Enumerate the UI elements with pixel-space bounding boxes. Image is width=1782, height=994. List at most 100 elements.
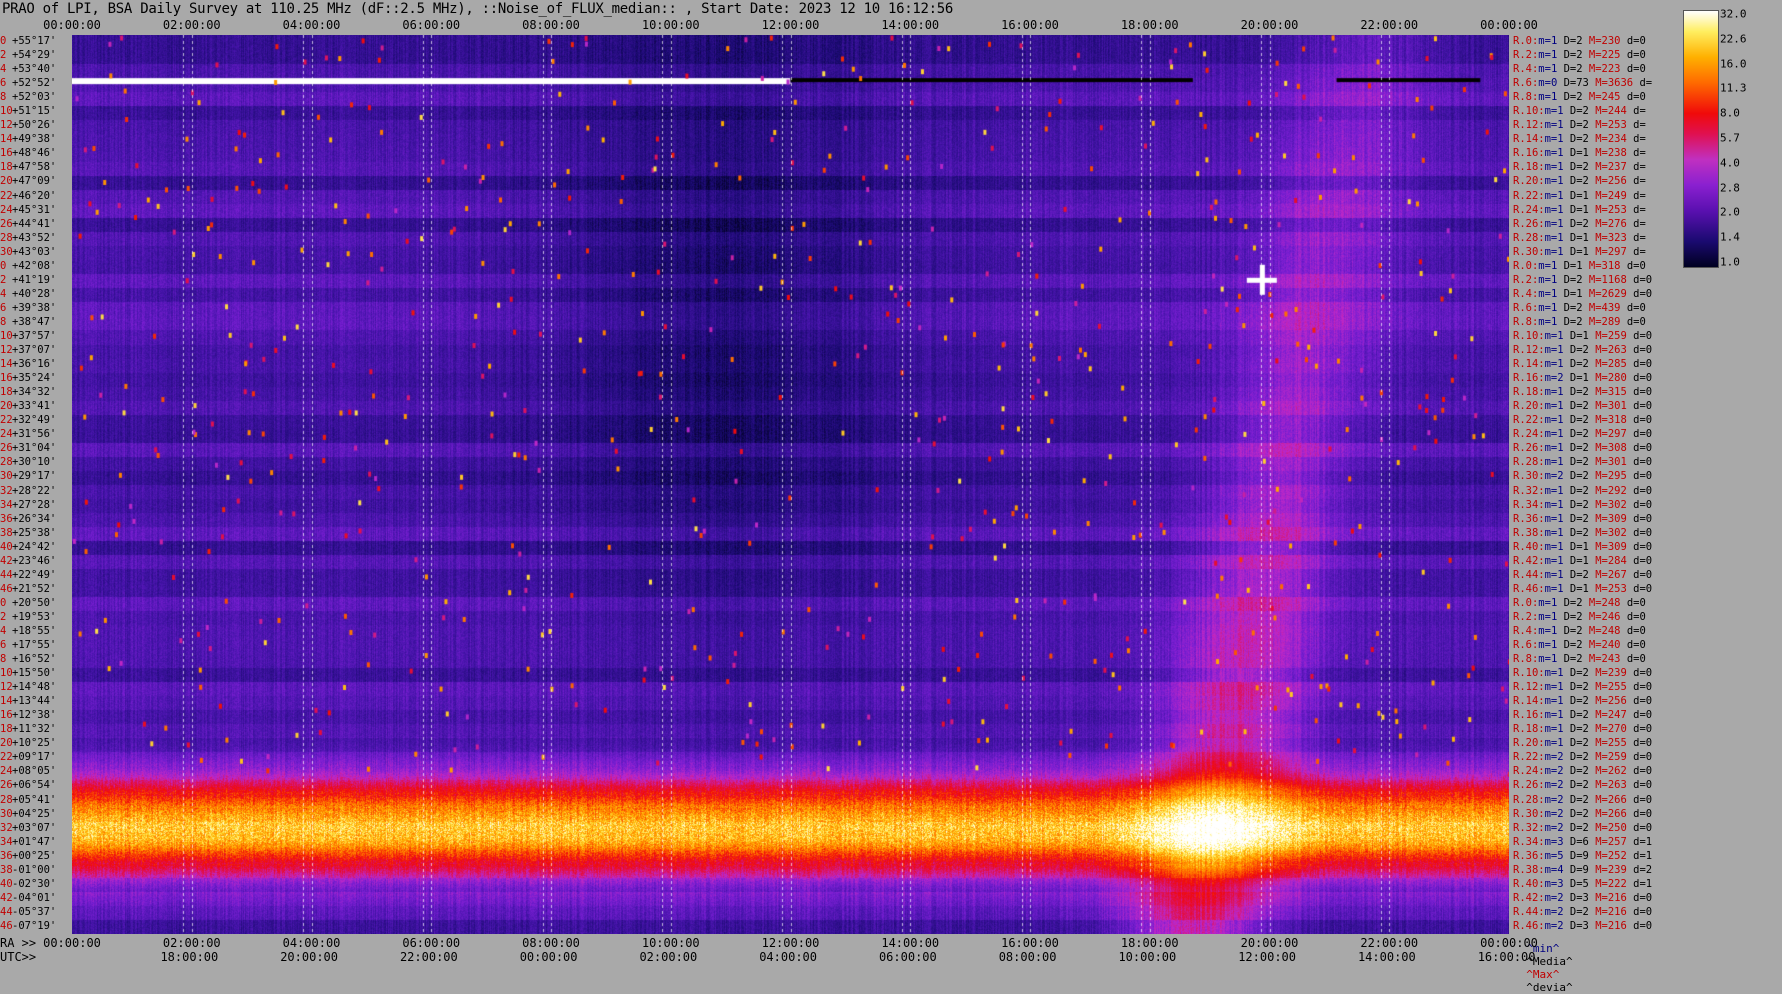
stats-row-id: R.46: xyxy=(1513,582,1545,595)
dec-value: +36°16' xyxy=(12,358,57,371)
stats-row: R.34:m=3 D=6 M=257 d=1 xyxy=(1513,835,1652,849)
dec-value: +38°47' xyxy=(12,315,57,328)
stats-d: D=1 xyxy=(1563,582,1589,595)
stats-row: R.28:m=1 D=1 M=323 d= xyxy=(1513,231,1646,245)
stats-row-id: R.26: xyxy=(1513,442,1545,455)
stats-min: m=1 xyxy=(1538,63,1558,76)
stats-d: D=73 xyxy=(1557,77,1589,90)
dec-label: 40-02°30' xyxy=(0,878,56,890)
declination-axis: 0 +55°17' 2 +54°29' 4 +53°40' 6 +52°52' 8 +52°03'… xyxy=(0,35,72,934)
stats-max: M=234 xyxy=(1588,133,1627,146)
stats-row-id: R.34: xyxy=(1513,498,1545,511)
dec-value: +54°29' xyxy=(12,49,57,62)
stats-d: D=5 xyxy=(1563,877,1589,890)
dec-label: 18+11°32' xyxy=(0,723,56,735)
stats-max: M=244 xyxy=(1588,105,1627,118)
stats-max: M=249 xyxy=(1588,189,1627,202)
stats-dev: d=0 xyxy=(1626,723,1653,736)
stats-row-id: R.6: xyxy=(1513,77,1539,90)
stats-row-id: R.20: xyxy=(1513,737,1545,750)
stats-d: D=2 xyxy=(1563,456,1589,469)
ra-axis-label: RA >> xyxy=(0,936,37,950)
dec-index: 12 xyxy=(0,681,13,694)
stats-max: M=302 xyxy=(1588,498,1627,511)
stats-min: m=1 xyxy=(1538,35,1558,47)
dec-index: 28 xyxy=(0,793,13,806)
utc-axis-tick: 12:00:00 xyxy=(1238,950,1296,964)
dec-label: 12+14°48' xyxy=(0,681,56,693)
stats-row: R.10:m=1 D=2 M=239 d=0 xyxy=(1513,666,1652,680)
stats-min: m=2 xyxy=(1544,765,1564,778)
stats-row: R.44:m=2 D=2 M=216 d=0 xyxy=(1513,905,1652,919)
stats-dev: d=0 xyxy=(1620,301,1646,314)
dec-label: 42+23°46' xyxy=(0,555,56,567)
top-axis-tick: 06:00:00 xyxy=(402,18,461,32)
stats-row-id: R.28: xyxy=(1513,456,1545,469)
stats-min: m=5 xyxy=(1544,849,1564,862)
stats-row: R.4:m=1 D=2 M=223 d=0 xyxy=(1513,62,1646,76)
stats-row-id: R.44: xyxy=(1513,905,1545,918)
stats-d: D=2 xyxy=(1557,624,1583,637)
stats-d: D=2 xyxy=(1563,723,1589,736)
dec-index: 46 xyxy=(0,582,13,595)
top-axis-tick: 04:00:00 xyxy=(282,18,341,32)
stats-row: R.2:m=1 D=2 M=246 d=0 xyxy=(1513,610,1646,624)
stats-row-id: R.0: xyxy=(1513,35,1539,47)
stats-d: D=2 xyxy=(1563,751,1589,764)
dec-value: +09°17' xyxy=(12,751,57,764)
dec-index: 20 xyxy=(0,175,13,188)
colorbar-label: 4.0 xyxy=(1720,156,1740,170)
stats-row: R.42:m=2 D=3 M=216 d=0 xyxy=(1513,891,1652,905)
stats-d: D=2 xyxy=(1557,639,1583,652)
stats-min: m=3 xyxy=(1544,877,1564,890)
dec-label: 2 +54°29' xyxy=(0,49,56,61)
stats-dev: d=0 xyxy=(1626,568,1653,581)
stats-row-id: R.14: xyxy=(1513,695,1545,708)
colorbar-label: 1.0 xyxy=(1720,255,1740,269)
color-scale-bar xyxy=(1683,10,1719,268)
dec-index: 20 xyxy=(0,737,13,750)
stats-min: m=1 xyxy=(1544,568,1564,581)
stats-row-id: R.30: xyxy=(1513,245,1545,258)
stats-d: D=2 xyxy=(1563,737,1589,750)
stats-row-id: R.22: xyxy=(1513,414,1545,427)
stats-max: M=301 xyxy=(1588,456,1627,469)
dec-index: 8 xyxy=(0,91,7,104)
stats-d: D=2 xyxy=(1563,344,1589,357)
stats-min: m=1 xyxy=(1544,414,1564,427)
stats-row-id: R.22: xyxy=(1513,189,1545,202)
stats-row: R.6:m=1 D=2 M=240 d=0 xyxy=(1513,638,1646,652)
stats-min: m=1 xyxy=(1538,49,1558,62)
stats-d: D=2 xyxy=(1557,596,1583,609)
dec-label: 38-01°00' xyxy=(0,864,56,876)
ra-axis-tick: 12:00:00 xyxy=(761,936,820,950)
stats-row: R.42:m=1 D=1 M=284 d=0 xyxy=(1513,554,1652,568)
stats-min: m=2 xyxy=(1544,372,1564,385)
stats-d: D=2 xyxy=(1563,905,1589,918)
stats-max: M=225 xyxy=(1582,49,1621,62)
stats-d: D=2 xyxy=(1563,498,1589,511)
stats-row: R.4:m=1 D=1 M=2629 d=0 xyxy=(1513,287,1652,301)
dec-label: 4 +40°28' xyxy=(0,288,56,300)
stats-d: D=9 xyxy=(1563,863,1589,876)
stats-min: m=1 xyxy=(1538,273,1558,286)
stats-d: D=1 xyxy=(1557,287,1583,300)
stats-row-id: R.0: xyxy=(1513,596,1539,609)
stats-row: R.0:m=1 D=2 M=230 d=0 xyxy=(1513,34,1646,48)
stats-row: R.2:m=1 D=2 M=1168 d=0 xyxy=(1513,273,1652,287)
stats-dev: d=0 xyxy=(1626,414,1653,427)
stats-min: m=1 xyxy=(1544,217,1564,230)
dec-value: +42°08' xyxy=(12,259,57,272)
dec-index: 30 xyxy=(0,245,13,258)
stats-dev: d=0 xyxy=(1626,765,1653,778)
stats-row: R.32:m=1 D=2 M=292 d=0 xyxy=(1513,484,1652,498)
stats-row: R.46:m=1 D=1 M=253 d=0 xyxy=(1513,582,1652,596)
dec-index: 4 xyxy=(0,63,7,76)
utc-axis-label: UTC>> xyxy=(0,950,37,964)
stats-d: D=2 xyxy=(1563,512,1589,525)
stats-min: m=1 xyxy=(1538,259,1558,272)
stats-dev: d= xyxy=(1626,161,1646,174)
dec-index: 38 xyxy=(0,526,13,539)
dec-label: 8 +16°52' xyxy=(0,653,56,665)
stats-row: R.14:m=1 D=2 M=256 d=0 xyxy=(1513,694,1652,708)
